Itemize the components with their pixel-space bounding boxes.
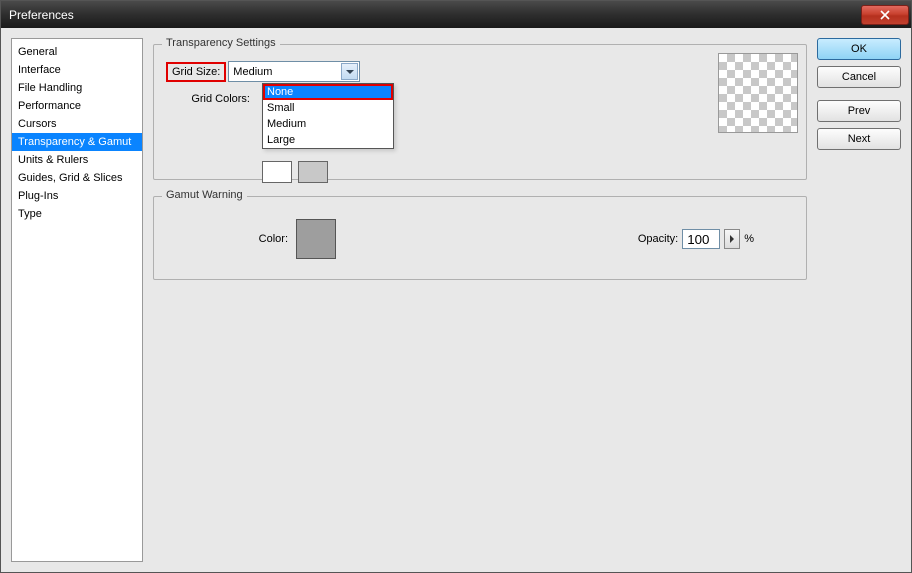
window-title: Preferences: [9, 8, 861, 22]
titlebar[interactable]: Preferences: [1, 1, 911, 28]
grid-size-label: Grid Size:: [166, 62, 226, 82]
opacity-input[interactable]: [682, 229, 720, 249]
sidebar-item-guides-grid-slices[interactable]: Guides, Grid & Slices: [12, 169, 142, 187]
category-sidebar: General Interface File Handling Performa…: [11, 38, 143, 562]
opacity-label: Opacity:: [638, 233, 678, 245]
cancel-button[interactable]: Cancel: [817, 66, 901, 88]
grid-size-option-large[interactable]: Large: [263, 132, 393, 148]
grid-color-swatch-1[interactable]: [262, 161, 292, 183]
main-panel: Transparency Settings Grid Size: Medium …: [153, 38, 807, 562]
ok-button[interactable]: OK: [817, 38, 901, 60]
sidebar-item-performance[interactable]: Performance: [12, 97, 142, 115]
sidebar-item-cursors[interactable]: Cursors: [12, 115, 142, 133]
grid-size-row: Grid Size: Medium None Small Medium Larg…: [166, 61, 794, 82]
gamut-color-swatch[interactable]: [296, 219, 336, 259]
sidebar-item-units-rulers[interactable]: Units & Rulers: [12, 151, 142, 169]
gamut-warning-group: Gamut Warning Color: Opacity: %: [153, 196, 807, 280]
preferences-window: Preferences General Interface File Handl…: [0, 0, 912, 573]
grid-size-dropdown: None Small Medium Large: [262, 83, 394, 149]
sidebar-item-type[interactable]: Type: [12, 205, 142, 223]
sidebar-item-interface[interactable]: Interface: [12, 61, 142, 79]
grid-size-combo[interactable]: Medium: [228, 61, 360, 82]
grid-color-swatch-2[interactable]: [298, 161, 328, 183]
button-column: OK Cancel Prev Next: [817, 38, 901, 562]
gamut-legend: Gamut Warning: [162, 189, 247, 201]
grid-colors-label: Grid Colors:: [166, 93, 256, 105]
transparency-legend: Transparency Settings: [162, 37, 280, 49]
sidebar-item-general[interactable]: General: [12, 43, 142, 61]
prev-button[interactable]: Prev: [817, 100, 901, 122]
grid-colors-row: Grid Colors:: [166, 88, 794, 109]
sidebar-item-transparency-gamut[interactable]: Transparency & Gamut: [12, 133, 142, 151]
opacity-suffix: %: [744, 233, 754, 245]
sidebar-item-file-handling[interactable]: File Handling: [12, 79, 142, 97]
gamut-row: Color: Opacity: %: [166, 209, 794, 267]
close-icon: [879, 10, 891, 20]
grid-size-option-small[interactable]: Small: [263, 100, 393, 116]
opacity-flyout-button[interactable]: [724, 229, 740, 249]
dialog-body: General Interface File Handling Performa…: [1, 28, 911, 572]
grid-size-option-none[interactable]: None: [263, 84, 393, 100]
grid-size-option-medium[interactable]: Medium: [263, 116, 393, 132]
gamut-color-label: Color:: [166, 233, 296, 245]
next-button[interactable]: Next: [817, 128, 901, 150]
close-button[interactable]: [861, 5, 909, 25]
opacity-group: Opacity: %: [638, 229, 794, 249]
transparency-settings-group: Transparency Settings Grid Size: Medium …: [153, 44, 807, 180]
chevron-down-icon: [341, 63, 358, 80]
sidebar-item-plug-ins[interactable]: Plug-Ins: [12, 187, 142, 205]
grid-size-value: Medium: [233, 66, 272, 78]
transparency-preview: [718, 53, 798, 133]
color-swatch-row: [262, 161, 794, 183]
